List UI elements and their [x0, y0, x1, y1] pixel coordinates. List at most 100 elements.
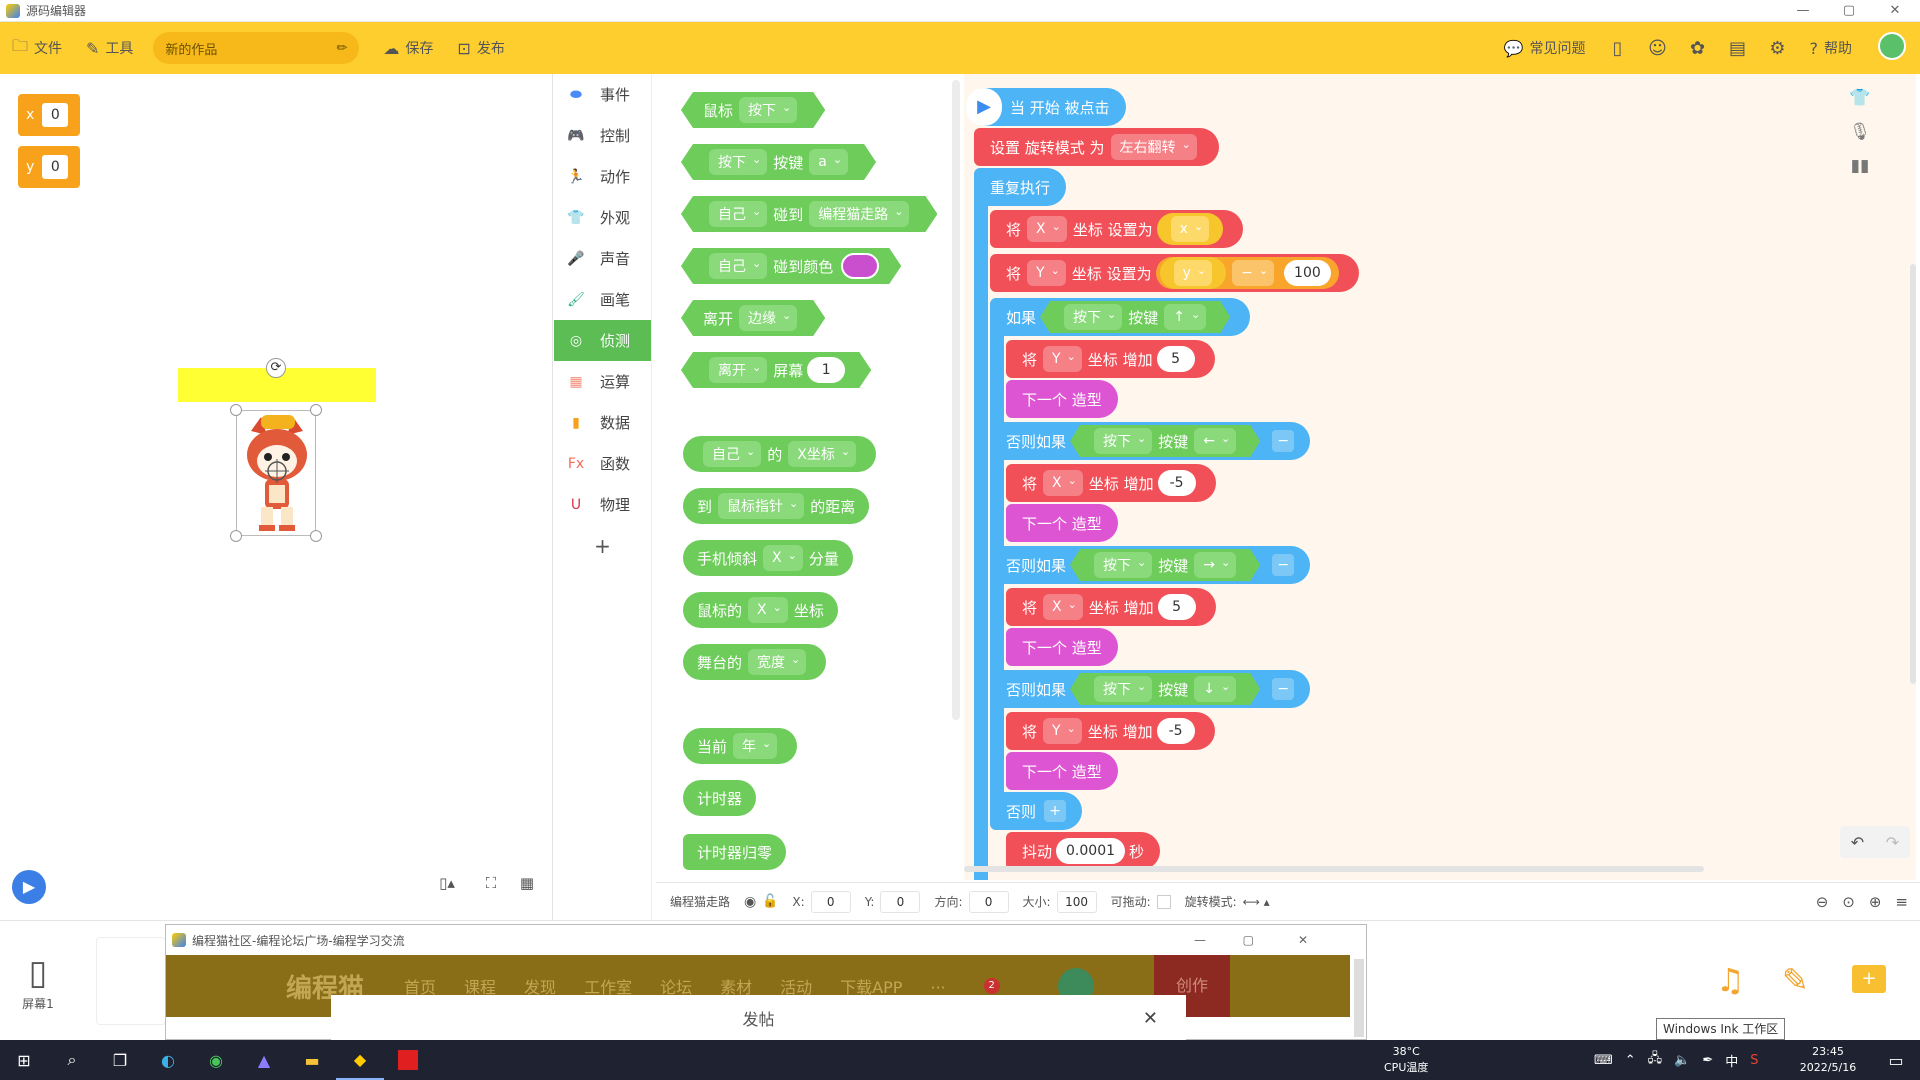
- category-8[interactable]: ▮ 数据: [554, 402, 651, 443]
- resize-handle[interactable]: [310, 404, 322, 416]
- faq-button[interactable]: 💬 常见问题: [1492, 22, 1598, 74]
- category-10[interactable]: U 物理: [554, 484, 651, 525]
- category-1[interactable]: 🎮 控制: [554, 115, 651, 156]
- browser-scrollbar[interactable]: [1354, 959, 1364, 1037]
- if-key-up-block[interactable]: 如果按下按键↑: [990, 298, 1251, 336]
- task-view-icon[interactable]: ❐: [96, 1040, 144, 1080]
- change-y-block[interactable]: 将Y坐标 增加-5: [1006, 712, 1215, 750]
- file-menu-button[interactable]: 🗀 文件: [0, 22, 74, 74]
- grid-icon[interactable]: ▦: [512, 874, 542, 900]
- category-3[interactable]: 👕 外观: [554, 197, 651, 238]
- y-input[interactable]: 0: [880, 890, 921, 913]
- next-costume-block[interactable]: 下一个 造型: [1006, 504, 1118, 542]
- folder-add-icon[interactable]: +: [1852, 965, 1886, 993]
- x-input[interactable]: 0: [810, 890, 851, 913]
- category-7[interactable]: ▦ 运算: [554, 361, 651, 402]
- workspace-v-scrollbar[interactable]: [1910, 264, 1916, 684]
- rotation-mode-select[interactable]: ⟷ ▴: [1243, 895, 1270, 909]
- palette-block-leave-edge[interactable]: 离开 边缘: [681, 300, 825, 336]
- resize-handle[interactable]: [230, 530, 242, 542]
- palette-block-mouse-pressed[interactable]: 鼠标 按下: [681, 92, 825, 128]
- calendar-icon[interactable]: ▤: [1718, 38, 1758, 59]
- settings-icon[interactable]: ⚙: [1758, 38, 1798, 59]
- tray-chevron-icon[interactable]: ⌃: [1625, 1053, 1636, 1068]
- color-swatch[interactable]: [841, 253, 879, 279]
- fullscreen-icon[interactable]: ⛶: [476, 874, 506, 900]
- cpu-temp-widget[interactable]: 38°C CPU温度: [1384, 1044, 1428, 1076]
- red-app-icon[interactable]: [384, 1040, 432, 1080]
- zoom-out-icon[interactable]: ⊖: [1816, 893, 1829, 911]
- direction-input[interactable]: 0: [968, 890, 1009, 913]
- browser-app-icon[interactable]: ◉: [192, 1040, 240, 1080]
- palette-block-self-x[interactable]: 自己的X坐标: [683, 436, 877, 472]
- next-costume-block[interactable]: 下一个 造型: [1006, 752, 1118, 790]
- gamepad-icon[interactable]: ✿: [1678, 38, 1718, 59]
- notification-icon[interactable]: ▭: [1872, 1040, 1920, 1080]
- screen-1-thumb[interactable]: ▯ 屏幕1: [10, 951, 66, 1021]
- rotate-handle-icon[interactable]: ⟳: [266, 358, 286, 378]
- sogou-icon[interactable]: S: [1750, 1053, 1758, 1068]
- draggable-checkbox[interactable]: [1156, 894, 1171, 909]
- minimize-button[interactable]: —: [1780, 0, 1826, 22]
- chart-icon[interactable]: ▮▮: [1851, 156, 1870, 176]
- project-name-input[interactable]: 新的作品 ✏: [153, 32, 360, 64]
- music-icon[interactable]: ♫: [1716, 961, 1745, 999]
- browser-close-button[interactable]: ✕: [1298, 933, 1308, 947]
- next-costume-block[interactable]: 下一个 造型: [1006, 628, 1118, 666]
- mountain-app-icon[interactable]: ▲: [240, 1040, 288, 1080]
- resize-handle[interactable]: [230, 404, 242, 416]
- edge-icon[interactable]: ◐: [144, 1040, 192, 1080]
- zoom-in-icon[interactable]: ⊕: [1869, 893, 1882, 911]
- forever-block[interactable]: 重复执行: [974, 168, 1067, 206]
- search-icon[interactable]: ⌕: [48, 1040, 96, 1080]
- microphone-icon[interactable]: 🎙: [1849, 122, 1871, 142]
- else-if-key-down-block[interactable]: 否则如果按下按键↓−: [990, 670, 1311, 708]
- browser-minimize-button[interactable]: —: [1194, 933, 1206, 947]
- lock-icon[interactable]: 🔓: [762, 894, 778, 909]
- menu-icon[interactable]: ≡: [1895, 893, 1908, 911]
- code-editor-taskbar-icon[interactable]: ◆: [336, 1040, 384, 1080]
- run-button[interactable]: ▶: [12, 870, 46, 904]
- remove-branch-button[interactable]: −: [1272, 678, 1295, 700]
- change-x-block[interactable]: 将X坐标 增加5: [1006, 588, 1216, 626]
- palette-block-timer[interactable]: 计时器: [683, 780, 757, 816]
- ime-indicator[interactable]: 中: [1725, 1051, 1738, 1070]
- change-x-block[interactable]: 将X坐标 增加-5: [1006, 464, 1216, 502]
- shirt-icon[interactable]: 👕: [1849, 88, 1870, 108]
- category-2[interactable]: 🏃 动作: [554, 156, 651, 197]
- category-9[interactable]: Fx 函数: [554, 443, 651, 484]
- next-costume-block[interactable]: 下一个 造型: [1006, 380, 1118, 418]
- set-y-block[interactable]: 将Y坐标 设置为y−100: [990, 254, 1359, 292]
- volume-icon[interactable]: 🔈: [1674, 1053, 1690, 1068]
- remove-branch-button[interactable]: −: [1272, 430, 1295, 452]
- size-input[interactable]: 100: [1056, 890, 1097, 913]
- else-if-key-left-block[interactable]: 否则如果按下按键←−: [990, 422, 1311, 460]
- file-explorer-icon[interactable]: ▬: [288, 1040, 336, 1080]
- palette-block-distance[interactable]: 到鼠标指针的距离: [683, 488, 870, 524]
- add-branch-button[interactable]: +: [1044, 800, 1067, 822]
- else-if-key-right-block[interactable]: 否则如果按下按键→−: [990, 546, 1311, 584]
- screen-preview[interactable]: [96, 937, 166, 1025]
- network-icon[interactable]: 🖧: [1648, 1049, 1663, 1071]
- eye-icon[interactable]: ◉: [744, 894, 756, 910]
- robot-icon[interactable]: ☺: [1638, 38, 1678, 59]
- palette-block-tilt[interactable]: 手机倾斜X分量: [683, 540, 853, 576]
- variable-x-monitor[interactable]: x 0: [18, 94, 80, 136]
- save-button[interactable]: ☁ 保存: [371, 22, 445, 74]
- palette-scrollbar[interactable]: [952, 80, 960, 720]
- shake-block[interactable]: 抖动 0.0001 秒: [1006, 832, 1161, 870]
- palette-block-current-time[interactable]: 当前年: [683, 728, 798, 764]
- phone-icon[interactable]: ▯: [1598, 38, 1638, 59]
- undo-icon[interactable]: ↶: [1851, 833, 1864, 852]
- avatar[interactable]: [1864, 31, 1920, 65]
- windows-start-icon[interactable]: ⊞: [0, 1040, 48, 1080]
- resize-handle[interactable]: [310, 530, 322, 542]
- close-button[interactable]: ✕: [1872, 0, 1918, 22]
- remove-branch-button[interactable]: −: [1272, 554, 1295, 576]
- set-rotation-mode-block[interactable]: 设置 旋转模式 为左右翻转: [974, 128, 1219, 166]
- keyboard-icon[interactable]: ⌨: [1594, 1053, 1613, 1068]
- category-0[interactable]: ⬬ 事件: [554, 74, 651, 115]
- browser-maximize-button[interactable]: ▢: [1243, 933, 1254, 947]
- palette-block-stage-size[interactable]: 舞台的 宽度: [683, 644, 827, 680]
- palette-block-key-pressed[interactable]: 按下按键a: [681, 144, 876, 180]
